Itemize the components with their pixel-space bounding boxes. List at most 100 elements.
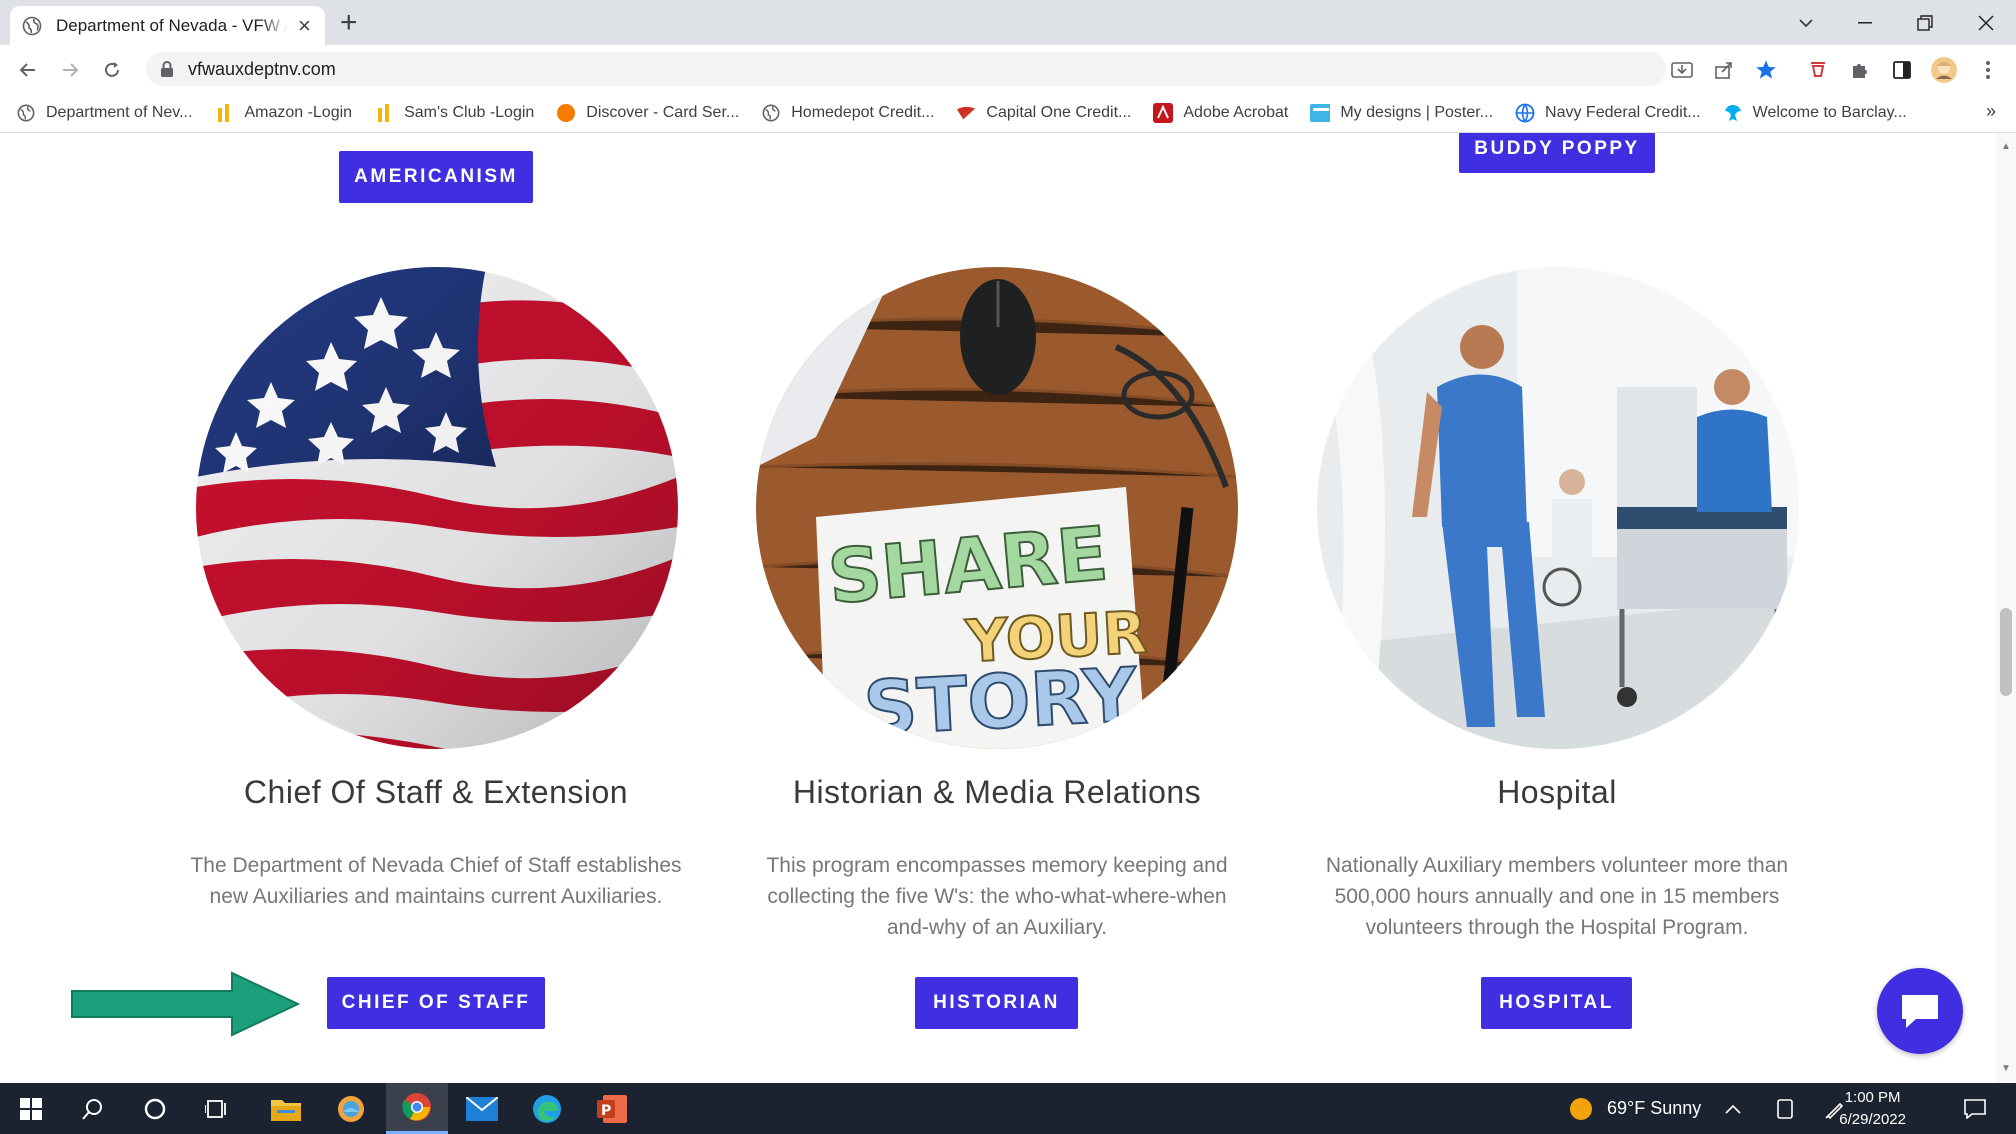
globe-icon bbox=[1515, 103, 1535, 123]
bookmark-label: Sam's Club -Login bbox=[404, 103, 535, 121]
program-description: This program encompasses memory keeping … bbox=[766, 854, 1228, 939]
bookmark-item[interactable]: Welcome to Barclay... bbox=[1723, 103, 1907, 123]
edge-icon[interactable] bbox=[516, 1083, 578, 1134]
back-button[interactable] bbox=[13, 55, 43, 85]
acrobat-icon bbox=[1153, 102, 1174, 123]
barclays-icon bbox=[1723, 103, 1743, 123]
extension-shield-icon[interactable] bbox=[1803, 55, 1833, 85]
capitalone-icon bbox=[956, 103, 976, 123]
tab-close-icon[interactable]: × bbox=[298, 14, 311, 37]
bookmark-item[interactable]: Discover - Card Ser... bbox=[556, 103, 739, 123]
arrow-right-icon bbox=[71, 971, 301, 1037]
chat-widget-button[interactable] bbox=[1877, 968, 1963, 1054]
windows-taskbar: P 69°F Sunny 1:00 PM 6/29/2022 bbox=[0, 1083, 2016, 1134]
page-scrollbar[interactable]: ▲ ▼ bbox=[1996, 133, 2016, 1083]
bookmark-label: My designs | Poster... bbox=[1340, 103, 1494, 121]
americanism-button[interactable]: AMERICANISM bbox=[339, 151, 533, 203]
bookmark-label: Welcome to Barclay... bbox=[1752, 103, 1907, 121]
bookmark-label: Amazon -Login bbox=[244, 103, 353, 121]
task-view-icon[interactable] bbox=[186, 1083, 248, 1134]
bookmark-item[interactable]: Amazon -Login bbox=[214, 103, 352, 123]
bookmark-item[interactable]: Capital One Credit... bbox=[956, 103, 1131, 123]
tab-title: Department of Nevada - VFW Auxiliary bbox=[56, 15, 288, 35]
restore-button[interactable] bbox=[1895, 0, 1955, 45]
address-bar[interactable]: vfwauxdeptnv.com bbox=[146, 52, 1666, 86]
windows-logo-icon bbox=[20, 1097, 42, 1120]
bookmark-label: Adobe Acrobat bbox=[1183, 103, 1289, 121]
chief-of-staff-button[interactable]: CHIEF OF STAFF bbox=[327, 977, 545, 1029]
program-title: Hospital bbox=[1497, 774, 1617, 810]
weather-app-icon[interactable] bbox=[320, 1083, 382, 1134]
side-panel-icon[interactable] bbox=[1887, 55, 1917, 85]
bookmark-label: Capital One Credit... bbox=[986, 103, 1132, 121]
weather-sun-icon[interactable] bbox=[1569, 1097, 1593, 1121]
system-clock[interactable]: 1:00 PM 6/29/2022 bbox=[1839, 1087, 1906, 1131]
scroll-down-arrow-icon[interactable]: ▼ bbox=[2001, 1063, 2011, 1074]
bookmark-item[interactable]: Navy Federal Credit... bbox=[1515, 103, 1701, 123]
bookmark-item[interactable]: Adobe Acrobat bbox=[1153, 102, 1289, 123]
search-icon[interactable] bbox=[62, 1083, 124, 1134]
bookmark-item[interactable]: Sam's Club -Login bbox=[374, 103, 534, 123]
weather-text[interactable]: 69°F Sunny bbox=[1607, 1098, 1701, 1119]
chrome-taskbar-icon[interactable] bbox=[386, 1083, 448, 1134]
globe-icon bbox=[22, 16, 42, 35]
postermywall-icon bbox=[1310, 103, 1331, 123]
bookmark-label: Navy Federal Credit... bbox=[1545, 103, 1701, 121]
bookmarks-overflow-button[interactable]: » bbox=[1986, 101, 1996, 122]
file-explorer-icon[interactable] bbox=[255, 1083, 317, 1134]
page-content: AMERICANISM BUDDY POPPY Chief Of Staff &… bbox=[0, 133, 1996, 1083]
chat-icon bbox=[1902, 995, 1938, 1028]
clock-date: 6/29/2022 bbox=[1839, 1111, 1906, 1128]
extensions-puzzle-icon[interactable] bbox=[1845, 55, 1875, 85]
forward-button[interactable] bbox=[55, 55, 85, 85]
new-tab-button[interactable]: + bbox=[340, 8, 358, 38]
historian-button[interactable]: HISTORIAN bbox=[915, 977, 1078, 1029]
bookmarks-bar: Department of Nev... Amazon -Login Sam's… bbox=[0, 93, 2016, 133]
mail-icon[interactable] bbox=[451, 1083, 513, 1134]
bookmark-label: Department of Nev... bbox=[46, 103, 193, 121]
american-flag-image bbox=[196, 267, 678, 749]
buddy-poppy-button[interactable]: BUDDY POPPY bbox=[1459, 133, 1655, 173]
image-text-story: STORY bbox=[862, 652, 1141, 749]
tray-chevron-up-icon[interactable] bbox=[1713, 1083, 1753, 1134]
powerpoint-icon[interactable]: P bbox=[581, 1083, 643, 1134]
bookmark-label: Discover - Card Ser... bbox=[586, 103, 740, 121]
bookmark-label: Homedepot Credit... bbox=[791, 103, 935, 121]
url-text: vfwauxdeptnv.com bbox=[188, 58, 336, 79]
share-your-story-image: SHARE YOUR STORY bbox=[756, 267, 1238, 749]
start-button[interactable] bbox=[0, 1083, 62, 1134]
tab-strip: Department of Nevada - VFW Auxiliary × + bbox=[0, 0, 2016, 45]
lock-icon bbox=[161, 61, 173, 77]
program-title: Historian & Media Relations bbox=[792, 774, 1202, 810]
browser-toolbar: vfwauxdeptnv.com bbox=[0, 45, 2016, 93]
bookmark-item[interactable]: Homedepot Credit... bbox=[761, 103, 934, 123]
globe-icon bbox=[16, 103, 36, 123]
svg-text:P: P bbox=[601, 1103, 611, 1119]
scrollbar-thumb[interactable] bbox=[2000, 608, 2012, 696]
minimize-button[interactable] bbox=[1835, 0, 1895, 45]
profile-avatar[interactable] bbox=[1929, 55, 1959, 85]
scroll-up-arrow-icon[interactable]: ▲ bbox=[2001, 141, 2011, 152]
program-title: Chief Of Staff & Extension bbox=[243, 774, 629, 810]
program-description: The Department of Nevada Chief of Staff … bbox=[190, 854, 682, 908]
program-description: Nationally Auxiliary members volunteer m… bbox=[1325, 854, 1789, 939]
cortana-icon[interactable] bbox=[124, 1083, 186, 1134]
tablet-mode-icon[interactable] bbox=[1765, 1083, 1805, 1134]
tab-search-icon[interactable] bbox=[1776, 0, 1836, 45]
share-icon[interactable] bbox=[1709, 55, 1739, 85]
discover-icon bbox=[556, 103, 576, 123]
amazon-icon bbox=[214, 103, 234, 123]
globe-icon bbox=[761, 103, 781, 123]
bookmark-item[interactable]: My designs | Poster... bbox=[1310, 103, 1493, 123]
hospital-button[interactable]: HOSPITAL bbox=[1481, 977, 1632, 1029]
clock-time: 1:00 PM bbox=[1844, 1089, 1901, 1106]
reload-button[interactable] bbox=[97, 55, 127, 85]
browser-menu-icon[interactable] bbox=[1973, 55, 2003, 85]
bookmark-item[interactable]: Department of Nev... bbox=[16, 103, 192, 123]
browser-tab[interactable]: Department of Nevada - VFW Auxiliary × bbox=[10, 6, 325, 45]
notifications-icon[interactable] bbox=[1950, 1083, 2000, 1134]
bookmark-star-icon[interactable] bbox=[1751, 55, 1781, 85]
install-app-icon[interactable] bbox=[1667, 55, 1697, 85]
hospital-staff-image bbox=[1317, 267, 1799, 749]
close-window-button[interactable] bbox=[1956, 0, 2016, 45]
